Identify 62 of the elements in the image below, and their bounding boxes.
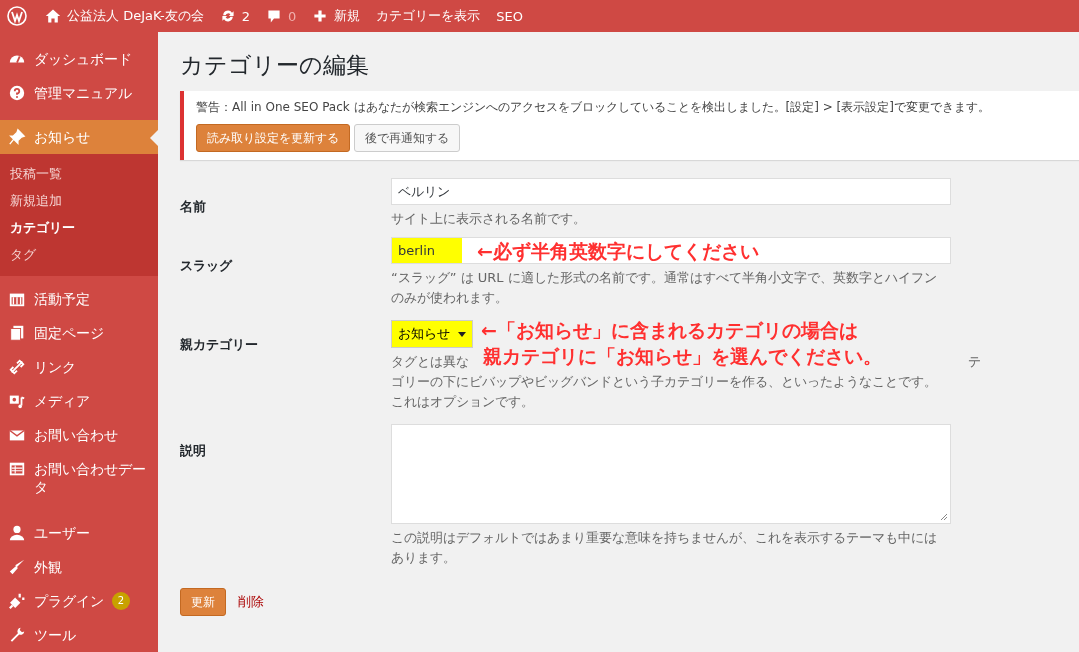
help-text: タグとは異な	[391, 353, 469, 371]
resize-handle-icon[interactable]	[940, 513, 948, 521]
admin-bar-item[interactable]: 0	[258, 8, 305, 24]
menu-item[interactable]: 外観	[0, 550, 158, 584]
help-text: ゴリーの下にビバップやビッグバンドという子カテゴリーを作る、といったようなことです。	[391, 373, 938, 391]
menu-item[interactable]: メディア	[0, 384, 158, 418]
delete-link[interactable]: 削除	[238, 593, 264, 611]
help-text: のみが使われます。	[391, 289, 509, 307]
field-label: 名前	[180, 198, 207, 216]
help-text: これはオプションです。	[391, 393, 535, 411]
text-input[interactable]: ベルリン	[391, 178, 951, 205]
admin-bar-item[interactable]: SEO	[488, 8, 532, 24]
field-label: スラッグ	[180, 257, 234, 275]
annotation-text: ←必ず半角英数字にしてください	[477, 239, 759, 263]
menu-item[interactable]: お問い合わせ	[0, 418, 158, 452]
menu-item[interactable]: 管理マニュアル	[0, 76, 158, 110]
help-text: テ	[968, 353, 981, 371]
admin-bar-item[interactable]: 公益法人 DeJaK-友の会	[37, 7, 212, 25]
notice-button[interactable]: 読み取り設定を更新する	[196, 124, 350, 152]
submenu-item[interactable]: 投稿一覧	[0, 160, 158, 187]
menu-item[interactable]: ユーザー	[0, 516, 158, 550]
notice-button[interactable]: 後で再通知する	[354, 124, 460, 152]
plus-icon	[312, 8, 329, 24]
help-text: この説明はデフォルトではあまり重要な意味を持ちませんが、これを表示するテーマも中には	[391, 529, 938, 547]
field-label: 説明	[180, 442, 207, 460]
menu-item[interactable]: お問い合わせデータ	[0, 452, 158, 504]
admin-bar-item[interactable]: 2	[211, 8, 259, 24]
help-text: “スラッグ” は URL に適した形式の名前です。通常はすべて半角小文字で、英数字とハイフン	[391, 269, 938, 287]
link-icon	[8, 358, 26, 376]
annotation-text: ←「お知らせ」に含まれるカテゴリの場合は	[481, 318, 858, 342]
menu-item[interactable]: 活動予定	[0, 282, 158, 316]
user-icon	[8, 524, 26, 542]
menu-item[interactable]: リンク	[0, 350, 158, 384]
plug-icon	[8, 592, 26, 610]
menu-item[interactable]: 固定ページ	[0, 316, 158, 350]
menu-item[interactable]: ダッシュボード	[0, 42, 158, 76]
admin-bar-item[interactable]: カテゴリーを表示	[368, 7, 489, 25]
comment-icon	[266, 8, 283, 24]
help-text: サイト上に表示される名前です。	[391, 210, 587, 228]
submenu-item[interactable]: 新規追加	[0, 187, 158, 214]
update-button[interactable]: 更新	[180, 588, 226, 616]
field-label: 親カテゴリー	[180, 336, 259, 354]
pin-icon	[8, 128, 26, 146]
menu-item[interactable]: プラグイン 2	[0, 584, 158, 618]
notice-text: 警告：All in One SEO Pack はあなたが検索エンジンへのアクセスをブロックしていることを検出しました。[設定] > [表示設定]で変更できます。	[196, 99, 991, 116]
wordpress-logo-icon[interactable]	[7, 6, 27, 26]
update-count-badge: 2	[112, 592, 130, 610]
pages-icon	[8, 324, 26, 342]
help-icon	[8, 84, 26, 102]
refresh-icon	[219, 8, 236, 24]
wrench-icon	[8, 626, 26, 644]
home-icon	[45, 8, 61, 24]
page-title: カテゴリーの編集	[180, 51, 370, 80]
annotation-text: 親カテゴリに「お知らせ」を選んでください。	[483, 344, 882, 368]
help-text: あります。	[391, 549, 457, 567]
table-icon	[8, 460, 26, 478]
menu-item[interactable]: お知らせ	[0, 120, 158, 154]
submenu-item[interactable]: タグ	[0, 241, 158, 268]
admin-bar-item[interactable]: 新規	[304, 7, 369, 25]
menu-item[interactable]: ツール	[0, 618, 158, 652]
submenu-item[interactable]: カテゴリー	[0, 214, 158, 241]
parent-select[interactable]: お知らせ	[391, 320, 473, 348]
